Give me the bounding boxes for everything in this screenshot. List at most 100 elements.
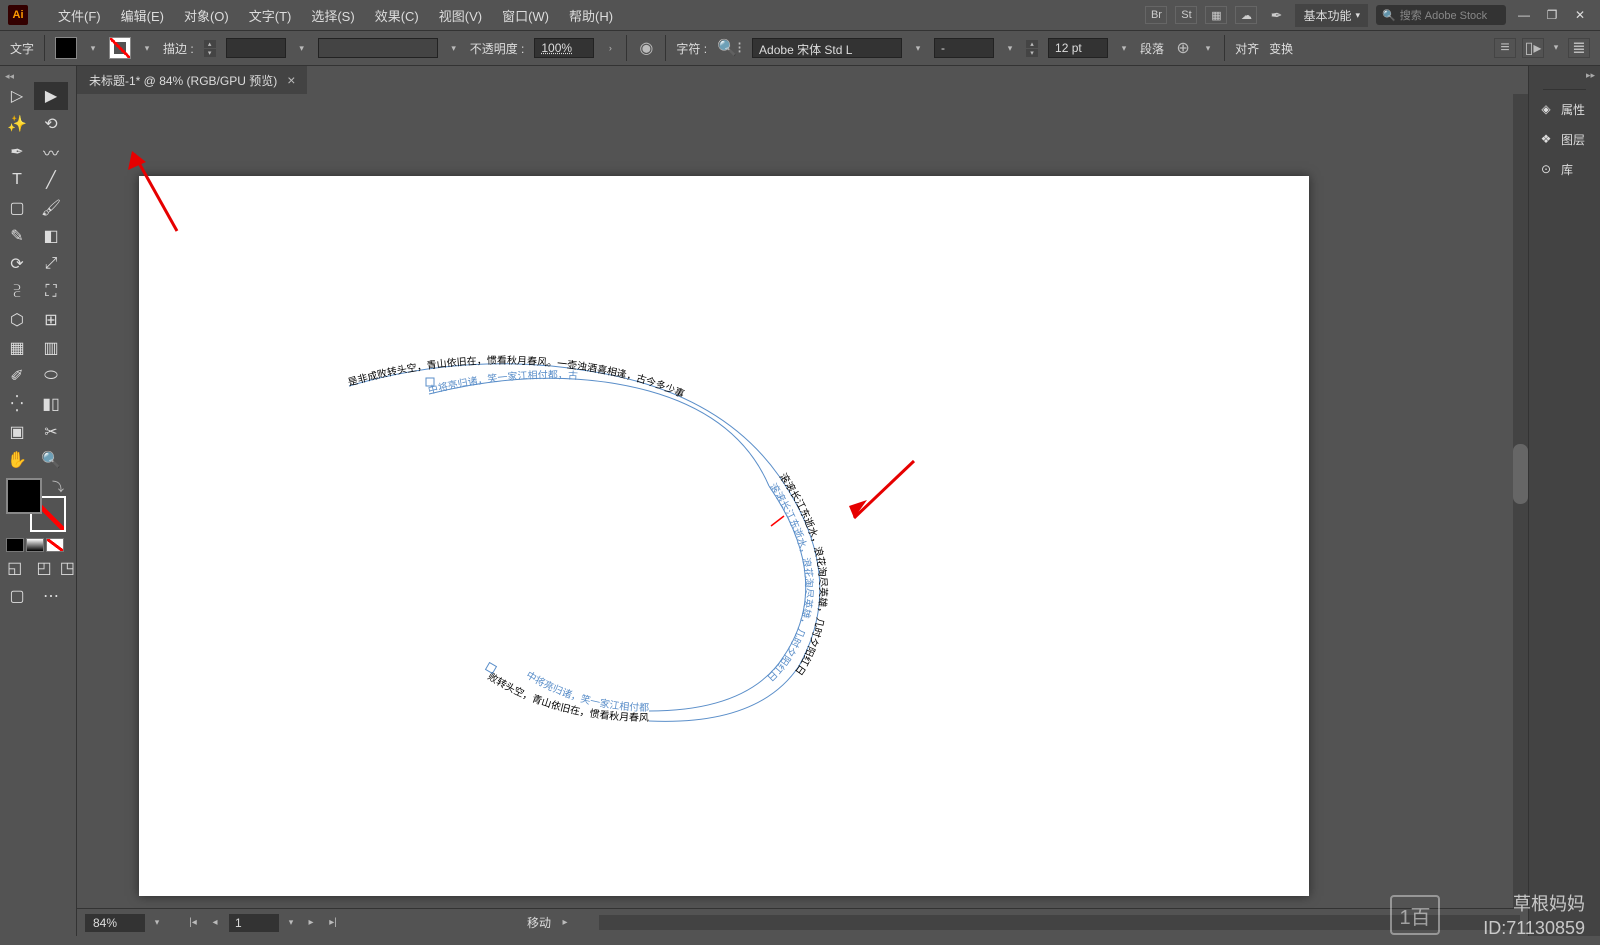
eraser-tool[interactable]: ◧ bbox=[34, 222, 68, 250]
menu-help[interactable]: 帮助(H) bbox=[559, 6, 623, 25]
type-tool[interactable]: T bbox=[0, 166, 34, 194]
shaper-tool[interactable]: ✎ bbox=[0, 222, 34, 250]
fill-dropdown[interactable]: ▾ bbox=[87, 39, 99, 57]
scale-tool[interactable]: ⤢ bbox=[34, 250, 68, 278]
perspective-tool[interactable]: ⊞ bbox=[34, 306, 68, 334]
font-family-input[interactable]: Adobe 宋体 Std L bbox=[752, 38, 902, 58]
hand-tool[interactable]: ✋ bbox=[0, 446, 34, 474]
font-dropdown[interactable]: ▾ bbox=[912, 39, 924, 57]
stock-icon[interactable]: St bbox=[1175, 6, 1197, 24]
draw-normal[interactable]: ◱ bbox=[0, 554, 29, 582]
screen-mode[interactable]: ▢ bbox=[0, 582, 34, 610]
graph-tool[interactable]: ▮▯ bbox=[34, 390, 68, 418]
magic-wand-tool[interactable]: ✨ bbox=[0, 110, 34, 138]
cloud-icon[interactable]: ☁ bbox=[1235, 6, 1257, 24]
draw-inside[interactable]: ◳ bbox=[59, 554, 76, 582]
curvature-tool[interactable]: 〰 bbox=[34, 138, 68, 166]
panel-properties[interactable]: ◈ 属性 bbox=[1529, 94, 1600, 124]
vertical-scrollbar[interactable] bbox=[1513, 94, 1528, 908]
fill-stroke-control[interactable]: ⤵ bbox=[6, 478, 66, 532]
slice-tool[interactable]: ✂ bbox=[34, 418, 68, 446]
menu-effect[interactable]: 效果(C) bbox=[365, 6, 429, 25]
draw-behind[interactable]: ◰ bbox=[29, 554, 58, 582]
stroke-weight-input[interactable] bbox=[226, 38, 286, 58]
stroke-up[interactable]: ▴ bbox=[204, 40, 216, 48]
document-tab[interactable]: 未标题-1* @ 84% (RGB/GPU 预览) × bbox=[77, 66, 307, 95]
stroke-swatch[interactable] bbox=[109, 37, 131, 59]
gradient-tool[interactable]: ▥ bbox=[34, 334, 68, 362]
shape-builder-tool[interactable]: ⬡ bbox=[0, 306, 34, 334]
stroke-profile-dropdown[interactable]: ▾ bbox=[296, 39, 308, 57]
font-size-input[interactable]: 12 pt bbox=[1048, 38, 1108, 58]
zoom-dropdown[interactable]: ▾ bbox=[151, 914, 163, 932]
fill-swatch[interactable] bbox=[55, 37, 77, 59]
tab-close-button[interactable]: × bbox=[287, 72, 295, 88]
workspace-switcher[interactable]: 基本功能▾ bbox=[1295, 4, 1368, 27]
rectangle-tool[interactable]: ▢ bbox=[0, 194, 34, 222]
panel-libraries[interactable]: ⊙ 库 bbox=[1529, 154, 1600, 184]
next-artboard[interactable]: ▸ bbox=[303, 915, 319, 931]
panel-layers[interactable]: ❖ 图层 bbox=[1529, 124, 1600, 154]
canvas[interactable]: 是非成败转头空，青山依旧在，惯看秋月春风。一壶浊酒喜相逢，古今多少事 中将亮归诸… bbox=[77, 94, 1513, 908]
size-up[interactable]: ▴ bbox=[1026, 40, 1038, 48]
brush-dropdown[interactable]: ▾ bbox=[448, 39, 460, 57]
stroke-down[interactable]: ▾ bbox=[204, 49, 216, 57]
menu-window[interactable]: 窗口(W) bbox=[492, 6, 559, 25]
menu-view[interactable]: 视图(V) bbox=[429, 6, 492, 25]
size-down[interactable]: ▾ bbox=[1026, 49, 1038, 57]
menu-select[interactable]: 选择(S) bbox=[301, 6, 364, 25]
first-artboard[interactable]: |◂ bbox=[185, 915, 201, 931]
menu-type[interactable]: 文字(T) bbox=[239, 6, 302, 25]
align-icon[interactable]: ≡ bbox=[1494, 38, 1516, 58]
toolbar-collapse[interactable]: ◂◂ bbox=[0, 70, 76, 82]
color-mode[interactable] bbox=[6, 538, 24, 552]
eyedropper-tool[interactable]: ✐ bbox=[0, 362, 34, 390]
arrange-icon[interactable]: ▦ bbox=[1205, 6, 1227, 24]
font-style-input[interactable]: - bbox=[934, 38, 994, 58]
iso-dropdown[interactable]: ▾ bbox=[1550, 38, 1562, 56]
prev-artboard[interactable]: ◂ bbox=[207, 915, 223, 931]
minimize-button[interactable]: — bbox=[1514, 5, 1534, 25]
isolate-icon[interactable]: ▯▸ bbox=[1522, 38, 1544, 58]
last-artboard[interactable]: ▸| bbox=[325, 915, 341, 931]
recolor-icon[interactable]: ◉ bbox=[637, 39, 655, 57]
brush-input[interactable] bbox=[318, 38, 438, 58]
paragraph-dropdown[interactable]: ▾ bbox=[1202, 39, 1214, 57]
size-dropdown[interactable]: ▾ bbox=[1118, 39, 1130, 57]
options-icon[interactable]: ≣ bbox=[1568, 38, 1590, 58]
edit-toolbar[interactable]: ⋯ bbox=[34, 582, 68, 610]
maximize-button[interactable]: ❐ bbox=[1542, 5, 1562, 25]
artboard-tool[interactable]: ▣ bbox=[0, 418, 34, 446]
opacity-input[interactable]: 100% bbox=[534, 38, 594, 58]
line-tool[interactable]: ╱ bbox=[34, 166, 68, 194]
opacity-dropdown[interactable]: › bbox=[604, 39, 616, 57]
blend-tool[interactable]: ⬭ bbox=[34, 362, 68, 390]
style-dropdown[interactable]: ▾ bbox=[1004, 39, 1016, 57]
direct-selection-tool[interactable]: ▶ bbox=[34, 82, 68, 110]
status-menu[interactable]: ▸ bbox=[557, 915, 573, 931]
symbol-sprayer-tool[interactable]: ⁛ bbox=[0, 390, 34, 418]
horizontal-scrollbar[interactable] bbox=[599, 915, 1520, 930]
close-button[interactable]: ✕ bbox=[1570, 5, 1590, 25]
zoom-tool[interactable]: 🔍 bbox=[34, 446, 68, 474]
artboard-dropdown[interactable]: ▾ bbox=[285, 914, 297, 932]
artboard-number-input[interactable]: 1 bbox=[229, 914, 279, 932]
free-transform-tool[interactable]: ⛶ bbox=[34, 278, 68, 306]
menu-edit[interactable]: 编辑(E) bbox=[111, 6, 174, 25]
width-tool[interactable]: ⫔ bbox=[0, 278, 34, 306]
bridge-icon[interactable]: Br bbox=[1145, 6, 1167, 24]
menu-file[interactable]: 文件(F) bbox=[48, 6, 111, 25]
lasso-tool[interactable]: ⟲ bbox=[34, 110, 68, 138]
menu-object[interactable]: 对象(O) bbox=[174, 6, 239, 25]
stroke-dropdown[interactable]: ▾ bbox=[141, 39, 153, 57]
rotate-tool[interactable]: ⟳ bbox=[0, 250, 34, 278]
gradient-mode[interactable] bbox=[26, 538, 44, 552]
zoom-input[interactable]: 84% bbox=[85, 914, 145, 932]
search-input[interactable]: 🔍搜索 Adobe Stock bbox=[1376, 5, 1506, 25]
path-text-object[interactable]: 是非成败转头空，青山依旧在，惯看秋月春风。一壶浊酒喜相逢，古今多少事 中将亮归诸… bbox=[349, 356, 929, 736]
selection-tool[interactable]: ▷ bbox=[0, 82, 34, 110]
none-mode[interactable] bbox=[46, 538, 64, 552]
share-icon[interactable]: ✒ bbox=[1265, 6, 1287, 24]
paragraph-icon[interactable]: ⊕ bbox=[1174, 39, 1192, 57]
paintbrush-tool[interactable]: 🖌 bbox=[34, 194, 68, 222]
